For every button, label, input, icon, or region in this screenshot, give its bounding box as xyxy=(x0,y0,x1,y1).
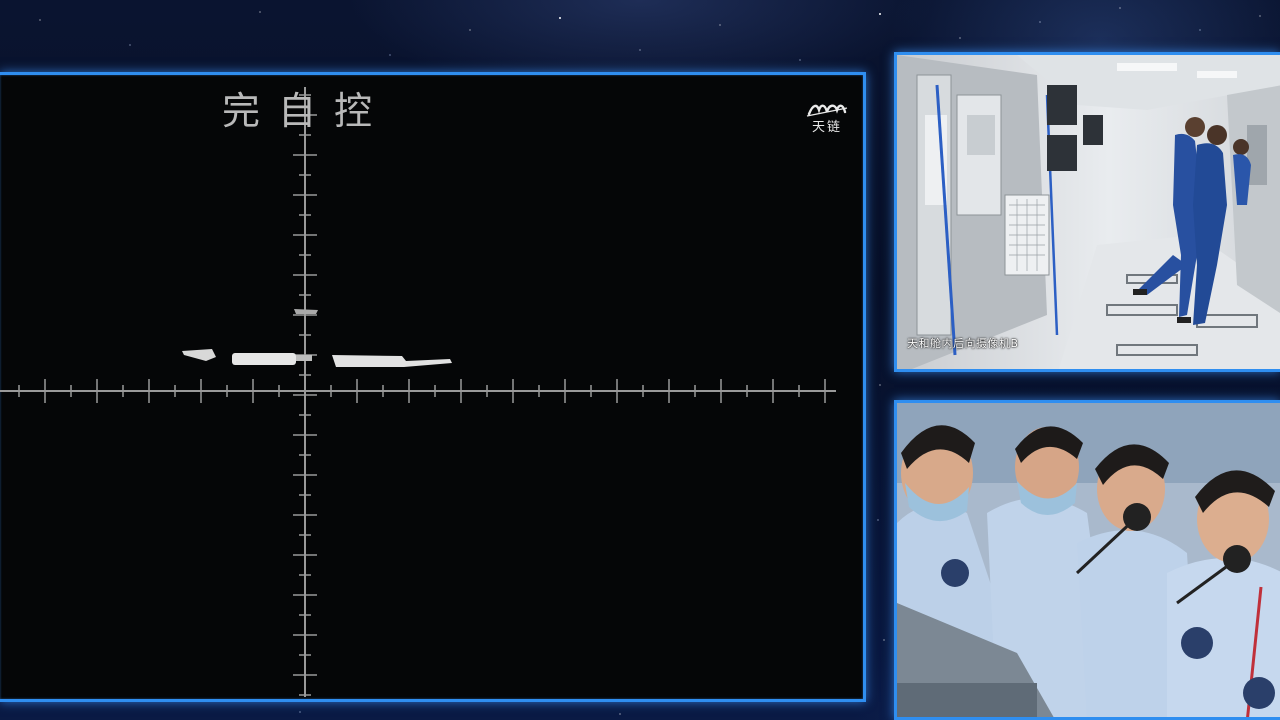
station-interior-camera-feed: 天和舱内后向摄像机B xyxy=(894,52,1280,372)
camera-caption: 天和舱内后向摄像机B xyxy=(907,337,1019,350)
logo-name: 天链 xyxy=(811,120,842,135)
target-center-link xyxy=(296,355,312,361)
mission-control-scene xyxy=(897,403,1280,717)
tianlian-logo-mark-icon xyxy=(806,104,848,117)
target-left-fragment xyxy=(182,349,216,361)
mission-control-camera-feed xyxy=(894,400,1280,720)
broadcast-screen: 完自控 天链 天和舱内后向摄像机B xyxy=(0,0,1280,720)
station-interior-scene xyxy=(897,55,1280,369)
tianlian-logo: 天链 xyxy=(804,100,850,135)
target-upper-mark xyxy=(294,309,318,314)
panel-title: 完自控 xyxy=(222,89,391,133)
docking-camera-panel xyxy=(0,72,866,702)
target-right-bar xyxy=(332,355,452,367)
target-left-bar xyxy=(232,353,296,365)
crosshair-reticle xyxy=(0,87,836,697)
docking-target xyxy=(182,309,452,367)
axis-ticks xyxy=(18,94,826,696)
